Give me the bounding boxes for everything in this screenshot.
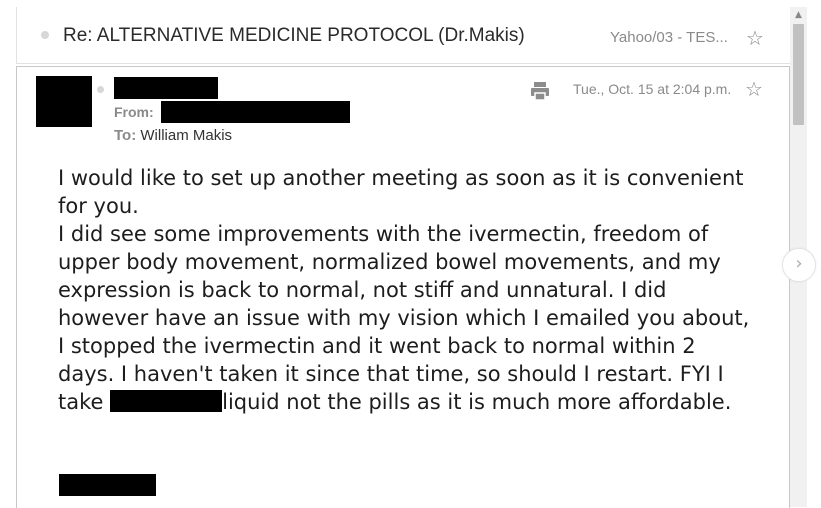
to-line: To: William Makis bbox=[114, 127, 232, 144]
message-body: I would like to set up another meeting a… bbox=[58, 164, 758, 416]
folder-label: Yahoo/03 - TES... bbox=[610, 29, 728, 46]
star-icon[interactable]: ☆ bbox=[743, 78, 765, 100]
print-icon[interactable] bbox=[529, 80, 551, 102]
message-card: From: To: William Makis Tue., Oct. 15 at… bbox=[16, 66, 790, 508]
body-text-segment: I did see some improvements with the ive… bbox=[58, 222, 750, 414]
avatar-redacted bbox=[36, 76, 92, 127]
body-paragraph: I would like to set up another meeting a… bbox=[58, 166, 744, 218]
from-label: From: bbox=[114, 104, 154, 120]
chevron-right-icon[interactable]: › bbox=[782, 248, 816, 282]
star-icon[interactable]: ☆ bbox=[744, 27, 766, 49]
unread-dot bbox=[41, 31, 49, 39]
scroll-up-icon[interactable]: ▲ bbox=[790, 7, 807, 24]
product-name-redacted bbox=[110, 390, 223, 412]
from-address-redacted bbox=[161, 101, 350, 123]
to-label: To: bbox=[114, 127, 137, 144]
message-date: Tue., Oct. 15 at 2:04 p.m. bbox=[573, 81, 732, 97]
recipient-name[interactable]: William Makis bbox=[140, 127, 232, 144]
scroll-thumb[interactable] bbox=[793, 24, 804, 125]
signature-redacted bbox=[59, 474, 156, 496]
body-text-segment: liquid not the pills as it is much more … bbox=[222, 390, 732, 414]
body-paragraph: I did see some improvements with the ive… bbox=[58, 220, 758, 416]
collapsed-message-row[interactable]: Re: ALTERNATIVE MEDICINE PROTOCOL (Dr.Ma… bbox=[16, 7, 792, 64]
message-subject[interactable]: Re: ALTERNATIVE MEDICINE PROTOCOL (Dr.Ma… bbox=[63, 25, 525, 47]
sender-name-redacted bbox=[114, 77, 218, 99]
status-dot bbox=[97, 86, 104, 93]
